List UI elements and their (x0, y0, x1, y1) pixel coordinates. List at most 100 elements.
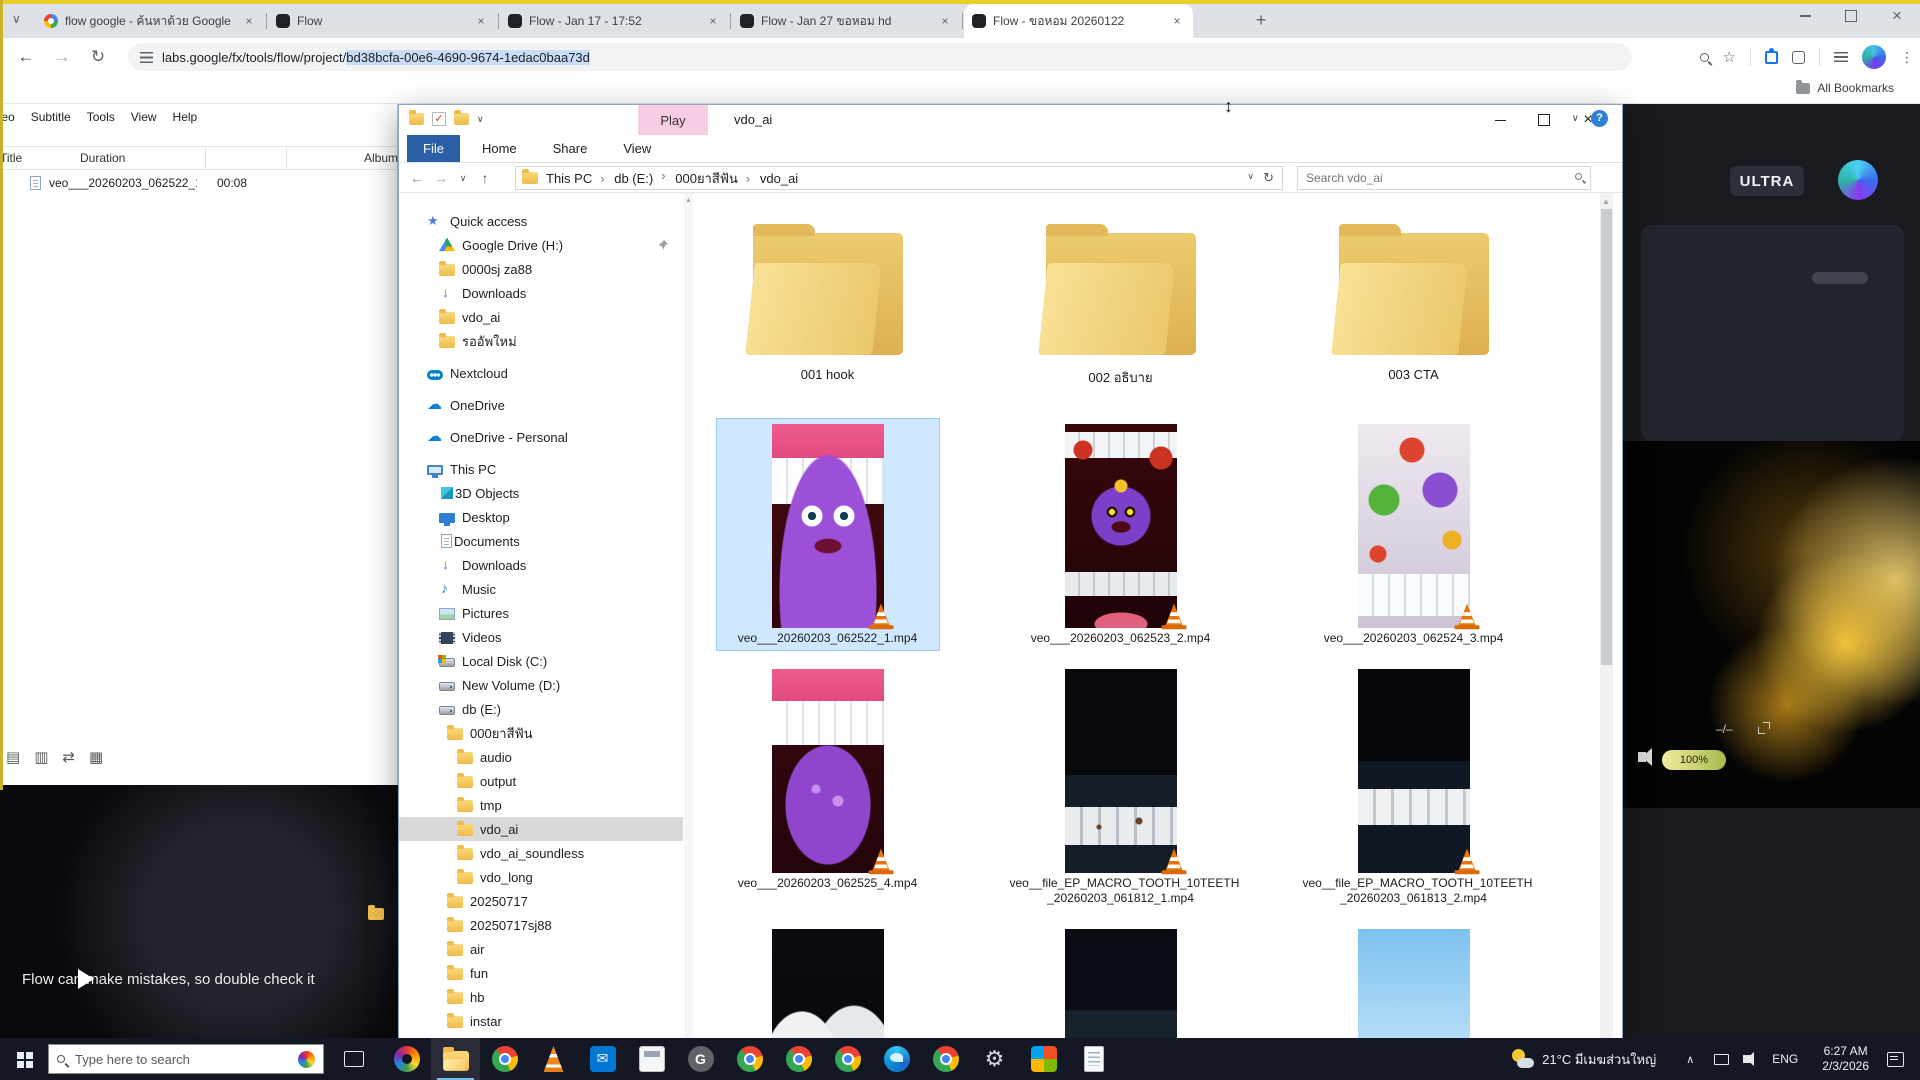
new-tab-button[interactable] (1248, 8, 1274, 34)
taskbar-app[interactable] (627, 1038, 676, 1080)
browser-minimize-button[interactable] (1782, 0, 1828, 32)
sidebar-item[interactable]: Downloads (399, 281, 683, 305)
playlist-row[interactable]: veo___20260203_062522_1... 00:08 (0, 172, 398, 194)
tab-close-icon[interactable] (241, 13, 257, 29)
sidebar-item[interactable]: fun (399, 961, 683, 985)
file-item[interactable]: veo___20260203_062523_2.mp4 (1010, 419, 1232, 650)
add-to-playlist-icon[interactable]: ▤ (6, 748, 20, 766)
column-header[interactable]: Album (342, 151, 398, 165)
breadcrumb-item[interactable]: vdo_ai (760, 171, 798, 186)
taskbar-app[interactable] (921, 1038, 970, 1080)
breadcrumb-item[interactable]: This PC (546, 171, 592, 186)
qat-folder-icon[interactable] (409, 113, 424, 125)
sidebar-item[interactable]: Google Drive (H:) (399, 233, 683, 257)
nav-history-icon[interactable] (453, 168, 473, 188)
tab-search-icon[interactable] (12, 12, 30, 30)
tab-close-icon[interactable] (705, 13, 721, 29)
qat-properties-icon[interactable] (432, 112, 446, 126)
sidebar-item[interactable]: Pictures (399, 601, 683, 625)
taskbar-app[interactable] (774, 1038, 823, 1080)
sidebar-item[interactable]: 20250717sj88 (399, 913, 683, 937)
menu-item[interactable]: View (131, 110, 157, 124)
sidebar-item[interactable]: tmp (399, 793, 683, 817)
tab-close-icon[interactable] (1169, 13, 1185, 29)
sidebar-item[interactable]: Local Disk (C:) (399, 649, 683, 673)
menu-item[interactable]: Tools (87, 110, 115, 124)
profile-avatar[interactable] (1862, 45, 1886, 69)
fullscreen-icon[interactable] (1758, 722, 1770, 734)
explorer-titlebar[interactable]: Play vdo_ai (399, 105, 1622, 135)
sidebar-item[interactable]: Documents (399, 529, 683, 553)
taskbar-app[interactable] (1019, 1038, 1068, 1080)
taskbar-app[interactable] (529, 1038, 578, 1080)
help-icon[interactable] (1591, 110, 1608, 127)
sidebar-item[interactable]: 000ยาสีฟัน (399, 721, 683, 745)
nav-back-icon[interactable] (407, 168, 427, 188)
playlist-view-icon[interactable]: ▥ (34, 748, 48, 766)
address-breadcrumb-bar[interactable]: This PCdb (E:)000ยาสีฟันvdo_ai (515, 166, 1283, 190)
play-icon[interactable] (78, 969, 94, 989)
nav-forward-icon[interactable] (431, 168, 451, 188)
site-settings-icon[interactable] (140, 52, 153, 63)
ribbon-expand-icon[interactable] (1572, 113, 1579, 124)
sidebar-item[interactable]: vdo_long (399, 865, 683, 889)
taskbar-app[interactable] (480, 1038, 529, 1080)
address-dropdown-icon[interactable] (1247, 171, 1254, 182)
tab-close-icon[interactable] (937, 13, 953, 29)
taskbar-search-input[interactable]: Type here to search (48, 1044, 324, 1074)
sidebar-item[interactable]: vdo_ai_soundless (399, 841, 683, 865)
sidebar-item[interactable]: air (399, 937, 683, 961)
sidebar-item[interactable]: 20250717 (399, 889, 683, 913)
language-indicator[interactable]: ENG (1772, 1052, 1798, 1066)
file-item[interactable]: veo___20260203_062525_4.mp4 (717, 664, 939, 910)
sidebar-item[interactable]: 3D Objects (399, 481, 683, 505)
folder-item[interactable]: 003 CTA (1294, 207, 1534, 419)
column-header[interactable]: Title (0, 151, 80, 165)
notification-center-icon[interactable] (1887, 1052, 1904, 1067)
shuffle-icon[interactable]: ⇄ (62, 748, 75, 766)
browser-close-button[interactable] (1874, 0, 1920, 32)
content-scrollbar[interactable] (1600, 193, 1613, 1079)
taskbar-app[interactable] (676, 1038, 725, 1080)
ribbon-tab[interactable]: File (407, 135, 460, 162)
file-item[interactable]: veo___20260203_062524_3.mp4 (1303, 419, 1525, 650)
nav-up-icon[interactable] (475, 168, 495, 188)
sidebar-item[interactable]: Videos (399, 625, 683, 649)
sidebar-item[interactable]: hb (399, 985, 683, 1009)
sidebar-item[interactable]: output (399, 769, 683, 793)
explorer-minimize-button[interactable] (1478, 105, 1522, 135)
sidebar-item[interactable]: db (E:) (399, 697, 683, 721)
sidebar-item[interactable]: audio (399, 745, 683, 769)
explorer-search-input[interactable]: Search vdo_ai (1297, 166, 1591, 190)
back-icon[interactable] (14, 45, 38, 69)
video-preview-area[interactable]: Flow can make mistakes, so double check … (0, 785, 398, 1038)
sidebar-item[interactable]: Music (399, 577, 683, 601)
sidebar-item[interactable]: OneDrive - Personal (399, 425, 683, 449)
tab-close-icon[interactable] (473, 13, 489, 29)
sidebar-item[interactable]: Quick access (399, 209, 683, 233)
grid-view-icon[interactable]: ▦ (89, 748, 103, 766)
volume-tray-icon[interactable] (1743, 1055, 1750, 1063)
folder-item[interactable]: 002 อธิบาย (1001, 207, 1241, 419)
folder-item[interactable]: 001 hook (708, 207, 948, 419)
qat-customize-icon[interactable] (477, 114, 484, 125)
sidebar-item[interactable]: instar (399, 1009, 683, 1033)
taskbar-app[interactable] (872, 1038, 921, 1080)
panel-minimize-bar[interactable] (1812, 272, 1868, 284)
sidebar-item[interactable]: OneDrive (399, 393, 683, 417)
address-bar[interactable]: labs.google/fx/tools/flow/project/bd38bc… (128, 43, 1632, 71)
browser-maximize-button[interactable] (1828, 0, 1874, 32)
zoom-level-pill[interactable]: 100% (1662, 750, 1726, 770)
weather-widget[interactable]: 21°C มีเมฆส่วนใหญ่ (1510, 1049, 1656, 1070)
reading-list-icon[interactable] (1834, 52, 1848, 62)
browser-menu-icon[interactable] (1900, 49, 1914, 66)
sidebar-scrollbar[interactable] (684, 193, 693, 1079)
sidebar-item[interactable]: 0000sj za88 (399, 257, 683, 281)
content-scrollbar-thumb[interactable] (1601, 209, 1612, 665)
breadcrumb-item[interactable]: 000ยาสีฟัน (675, 168, 738, 189)
sidebar-item[interactable]: New Volume (D:) (399, 673, 683, 697)
taskbar-app[interactable] (970, 1038, 1019, 1080)
taskbar-clock[interactable]: 6:27 AM 2/3/2026 (1822, 1044, 1869, 1074)
task-view-button[interactable] (332, 1038, 376, 1080)
file-item[interactable]: veo__file_EP_MACRO_TOOTH_10TEETH _202602… (1010, 664, 1232, 910)
